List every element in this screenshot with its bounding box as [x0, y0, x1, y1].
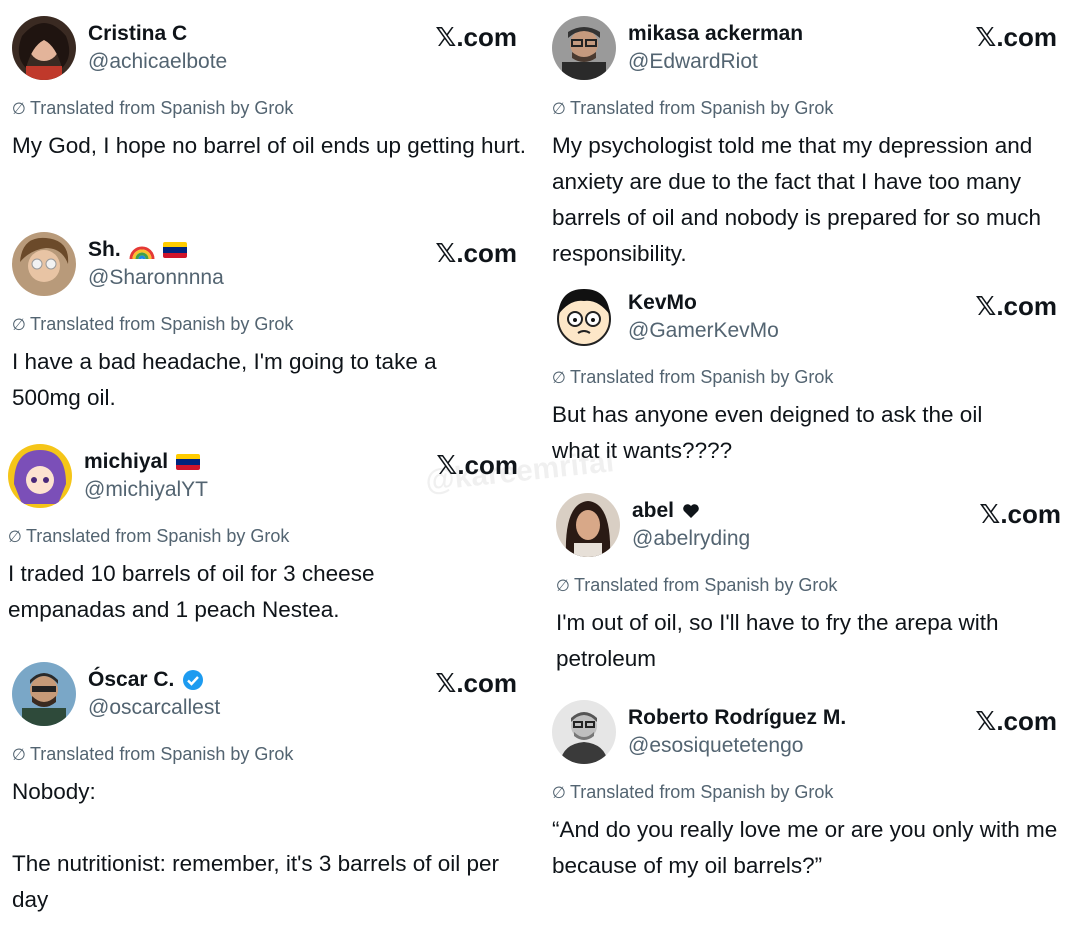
grok-translation-label[interactable]: ∅ Translated from Spanish by Grok	[556, 575, 837, 596]
tweet-card[interactable]: Cristina C @achicaelbote 𝕏.com ∅ Translat…	[12, 16, 526, 206]
user-handle[interactable]: @Sharonnnna	[88, 266, 224, 290]
verified-badge-icon	[183, 670, 204, 690]
user-handle[interactable]: @abelryding	[632, 527, 750, 551]
tweet-card[interactable]: Roberto Rodríguez M. @esosiquetetengo 𝕏.…	[552, 700, 1062, 900]
tweet-text: I'm out of oil, so I'll have to fry the …	[556, 610, 999, 671]
user-handle[interactable]: @oscarcallest	[88, 696, 220, 720]
tweet-card[interactable]: Sh. @Sharonnnna 𝕏.com ∅ Translated from S…	[12, 232, 517, 422]
avatar[interactable]	[556, 493, 620, 557]
x-logo-icon: 𝕏.com	[979, 499, 1061, 530]
x-logo-icon: 𝕏.com	[436, 450, 518, 481]
translate-slash-icon: ∅	[552, 783, 566, 802]
tweet-text: But has anyone even deigned to ask the o…	[552, 402, 983, 463]
grok-translation-label[interactable]: ∅ Translated from Spanish by Grok	[12, 744, 293, 765]
x-logo-icon: 𝕏.com	[435, 668, 517, 699]
rainbow-icon	[129, 246, 155, 260]
translate-slash-icon: ∅	[552, 99, 566, 118]
display-name[interactable]: Roberto Rodríguez M.	[628, 706, 846, 730]
x-logo-icon: 𝕏.com	[435, 22, 517, 53]
avatar[interactable]	[12, 662, 76, 726]
avatar[interactable]	[12, 232, 76, 296]
tweet-card[interactable]: KevMo @GamerKevMo 𝕏.com ∅ Translated from…	[552, 285, 1057, 475]
avatar[interactable]	[8, 444, 72, 508]
translate-slash-icon: ∅	[8, 527, 22, 546]
tweet-text-line: Nobody:	[12, 779, 96, 804]
translate-slash-icon: ∅	[12, 315, 26, 334]
tweet-text: I traded 10 barrels of oil for 3 cheese …	[8, 561, 375, 622]
display-name-row: Cristina C	[88, 22, 187, 46]
display-name-row: KevMo	[628, 291, 697, 315]
display-name-row: mikasa ackerman	[628, 22, 803, 46]
venezuela-flag-icon	[176, 454, 201, 470]
display-name-row: abel	[632, 499, 700, 523]
display-name[interactable]: abel	[632, 499, 674, 523]
avatar[interactable]	[552, 285, 616, 349]
avatar[interactable]	[12, 16, 76, 80]
tweet-card[interactable]: Óscar C. @oscarcallest 𝕏.com ∅ Translated…	[12, 662, 517, 932]
display-name-row: Sh.	[88, 238, 187, 262]
x-logo-icon: 𝕏.com	[975, 706, 1057, 737]
user-handle[interactable]: @GamerKevMo	[628, 319, 779, 343]
tweet-text: Nobody: The nutritionist: remember, it's…	[12, 774, 512, 918]
user-handle[interactable]: @EdwardRiot	[628, 50, 758, 74]
grok-translation-label[interactable]: ∅ Translated from Spanish by Grok	[552, 782, 833, 803]
tweet-text: My psychologist told me that my depressi…	[552, 133, 1042, 266]
grok-translation-label[interactable]: ∅ Translated from Spanish by Grok	[552, 367, 833, 388]
grok-translation-label[interactable]: ∅ Translated from Spanish by Grok	[552, 98, 833, 119]
display-name[interactable]: michiyal	[84, 450, 168, 474]
tweet-text: My God, I hope no barrel of oil ends up …	[12, 133, 527, 158]
translate-slash-icon: ∅	[12, 745, 26, 764]
tweet-text: I have a bad headache, I'm going to take…	[12, 349, 437, 410]
user-handle[interactable]: @michiyalYT	[84, 478, 208, 502]
display-name[interactable]: Sh.	[88, 238, 121, 262]
display-name[interactable]: Cristina C	[88, 22, 187, 46]
grok-translation-label[interactable]: ∅ Translated from Spanish by Grok	[12, 98, 293, 119]
tweet-text: “And do you really love me or are you on…	[552, 817, 1058, 878]
tweet-text-line: The nutritionist: remember, it's 3 barre…	[12, 851, 499, 912]
x-logo-icon: 𝕏.com	[975, 22, 1057, 53]
avatar[interactable]	[552, 16, 616, 80]
avatar[interactable]	[552, 700, 616, 764]
x-logo-icon: 𝕏.com	[435, 238, 517, 269]
display-name-row: Óscar C.	[88, 668, 204, 692]
display-name[interactable]: KevMo	[628, 291, 697, 315]
display-name-row: michiyal	[84, 450, 201, 474]
translate-slash-icon: ∅	[556, 576, 570, 595]
display-name[interactable]: Óscar C.	[88, 668, 174, 692]
translate-slash-icon: ∅	[12, 99, 26, 118]
heart-icon	[683, 504, 699, 518]
user-handle[interactable]: @achicaelbote	[88, 50, 227, 74]
user-handle[interactable]: @esosiquetetengo	[628, 734, 803, 758]
x-logo-icon: 𝕏.com	[975, 291, 1057, 322]
grok-translation-label[interactable]: ∅ Translated from Spanish by Grok	[12, 314, 293, 335]
tweet-card[interactable]: abel @abelryding 𝕏.com ∅ Translated from …	[556, 493, 1061, 683]
tweet-card[interactable]: mikasa ackerman @EdwardRiot 𝕏.com ∅ Trans…	[552, 16, 1057, 276]
grok-translation-label[interactable]: ∅ Translated from Spanish by Grok	[8, 526, 289, 547]
tweet-card[interactable]: michiyal @michiyalYT 𝕏.com ∅ Translated f…	[8, 444, 518, 634]
display-name-row: Roberto Rodríguez M.	[628, 706, 846, 730]
display-name[interactable]: mikasa ackerman	[628, 22, 803, 46]
translate-slash-icon: ∅	[552, 368, 566, 387]
venezuela-flag-icon	[162, 242, 187, 258]
